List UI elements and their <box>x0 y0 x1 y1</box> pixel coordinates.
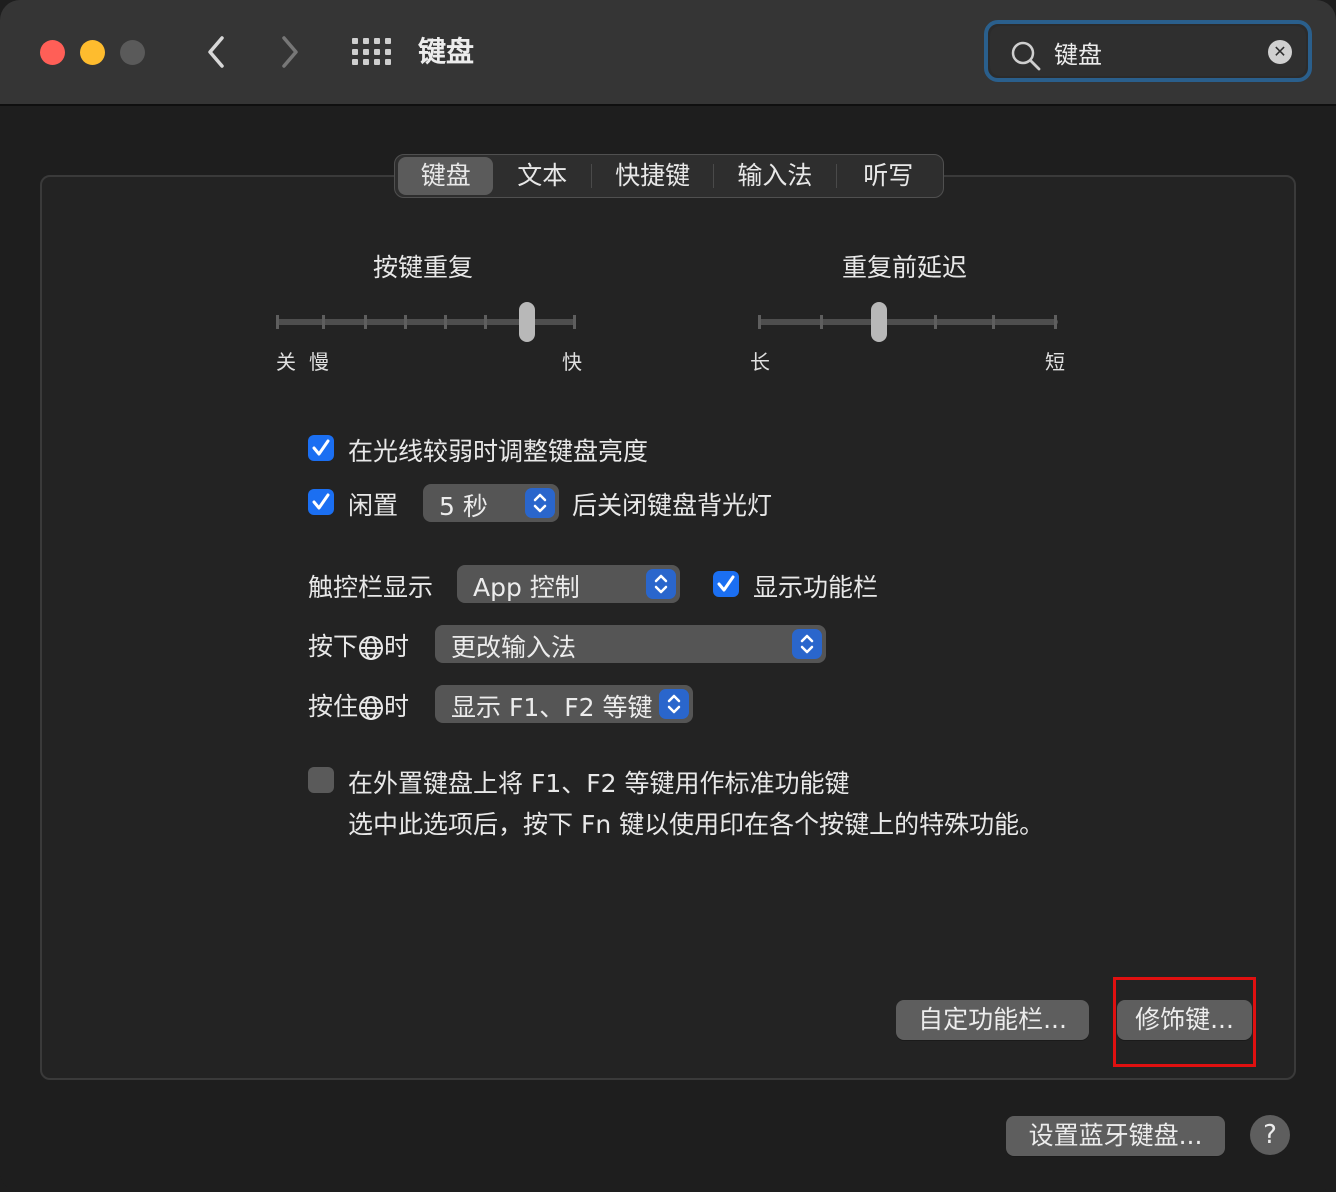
tab-shortcuts[interactable]: 快捷键 <box>592 157 713 195</box>
close-button[interactable] <box>40 40 65 65</box>
press-globe-label: 按下时 <box>308 632 410 661</box>
search-icon <box>1011 41 1041 71</box>
highlight-box <box>1113 977 1256 1067</box>
touchbar-popup[interactable]: App 控制 <box>457 565 680 603</box>
show-fn-strip-checkbox[interactable] <box>713 571 739 597</box>
search-field[interactable]: ✕ <box>984 20 1312 82</box>
back-button[interactable] <box>196 32 236 72</box>
updown-arrows-icon <box>659 689 689 719</box>
customize-touchbar-button[interactable]: 自定功能栏... <box>896 1000 1089 1040</box>
delay-short-label: 短 <box>1045 350 1065 374</box>
show-all-grid-icon[interactable] <box>352 38 391 66</box>
idle-duration-value: 5 秒 <box>439 492 488 521</box>
touchbar-value: App 控制 <box>473 573 580 602</box>
globe-icon <box>359 696 384 720</box>
setup-bluetooth-keyboard-button[interactable]: 设置蓝牙键盘... <box>1006 1116 1225 1156</box>
delay-until-repeat-knob[interactable] <box>871 302 887 342</box>
zoom-button[interactable] <box>120 40 145 65</box>
key-repeat-knob[interactable] <box>519 302 535 342</box>
fn-keys-label: 在外置键盘上将 F1、F2 等键用作标准功能键 <box>348 769 850 798</box>
press-globe-popup[interactable]: 更改输入法 <box>435 625 826 663</box>
preferences-window: 键盘 ✕ 键盘 文本 快捷键 输入法 听写 按键重复 关 慢 <box>0 0 1336 1192</box>
hold-globe-label: 按住时 <box>308 692 410 721</box>
key-repeat-fast-label: 快 <box>562 350 582 374</box>
fn-keys-checkbox[interactable] <box>308 767 334 793</box>
adjust-brightness-checkbox[interactable] <box>308 435 334 461</box>
help-button[interactable]: ? <box>1250 1115 1290 1155</box>
key-repeat-slow-label: 慢 <box>309 350 329 374</box>
minimize-button[interactable] <box>80 40 105 65</box>
chevron-right-icon <box>282 36 298 68</box>
clear-search-icon[interactable]: ✕ <box>1268 40 1292 64</box>
updown-arrows-icon <box>525 488 555 518</box>
idle-backlight-checkbox[interactable] <box>308 489 334 515</box>
key-repeat-label: 按键重复 <box>373 253 474 282</box>
tab-bar: 键盘 文本 快捷键 输入法 听写 <box>394 154 944 198</box>
tab-dictation[interactable]: 听写 <box>837 157 940 195</box>
hold-globe-value: 显示 F1、F2 等键 <box>451 693 653 722</box>
show-fn-strip-label: 显示功能栏 <box>753 573 879 602</box>
chevron-left-icon <box>208 36 224 68</box>
tab-text[interactable]: 文本 <box>493 157 590 195</box>
idle-prefix-label: 闲置 <box>348 491 399 520</box>
tab-input-sources[interactable]: 输入法 <box>714 157 835 195</box>
hold-globe-popup[interactable]: 显示 F1、F2 等键 <box>435 685 693 723</box>
adjust-brightness-label: 在光线较弱时调整键盘亮度 <box>348 437 649 466</box>
key-repeat-off-label: 关 <box>276 350 296 374</box>
forward-button[interactable] <box>270 32 310 72</box>
updown-arrows-icon <box>792 629 822 659</box>
touchbar-label: 触控栏显示 <box>308 573 434 602</box>
checkmark-icon <box>717 575 735 592</box>
delay-until-repeat-label: 重复前延迟 <box>842 253 968 282</box>
title-bar: 键盘 ✕ <box>0 0 1336 106</box>
idle-suffix-label: 后关闭键盘背光灯 <box>572 491 773 520</box>
fn-keys-description: 选中此选项后，按下 Fn 键以使用印在各个按键上的特殊功能。 <box>348 810 1045 839</box>
press-globe-value: 更改输入法 <box>451 633 577 662</box>
idle-duration-popup[interactable]: 5 秒 <box>423 484 559 522</box>
delay-long-label: 长 <box>750 350 770 374</box>
globe-icon <box>359 636 384 660</box>
checkmark-icon <box>312 439 330 456</box>
checkmark-icon <box>312 493 330 510</box>
search-input[interactable] <box>1052 36 1256 68</box>
updown-arrows-icon <box>646 569 676 599</box>
window-title: 键盘 <box>418 35 475 68</box>
tab-keyboard[interactable]: 键盘 <box>398 157 494 195</box>
